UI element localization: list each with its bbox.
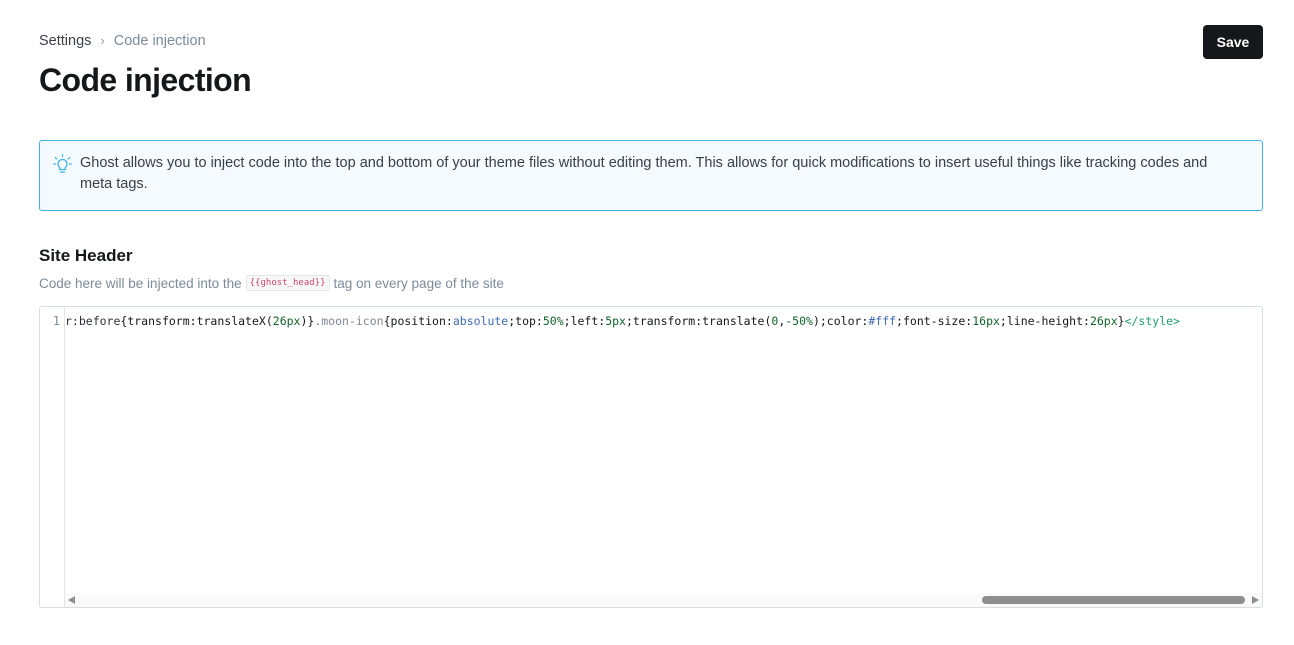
scrollbar-thumb[interactable] — [982, 596, 1245, 604]
code-token: transform — [127, 314, 190, 328]
code-line[interactable]: r:before{transform:translateX(26px)}.moo… — [65, 314, 1180, 328]
code-token: 50% — [542, 314, 564, 328]
site-header-title: Site Header — [39, 246, 133, 265]
code-token: #fff — [868, 314, 897, 328]
code-token: 16px — [972, 314, 1000, 328]
code-token: -50% — [785, 314, 813, 328]
horizontal-scrollbar[interactable] — [65, 593, 1262, 607]
code-token: } — [1117, 314, 1125, 328]
breadcrumb-current: Code injection — [113, 33, 206, 49]
scroll-right-arrow-icon[interactable] — [1252, 596, 1259, 604]
lightbulb-icon — [53, 154, 72, 173]
code-token: absolute — [452, 314, 509, 328]
code-editor[interactable]: 1 r:before{transform:translateX(26px)}.m… — [39, 306, 1263, 608]
breadcrumb-settings-link[interactable]: Settings — [39, 33, 91, 49]
description-text-after: tag on every page of the site — [333, 275, 504, 291]
ghost-head-tag: {{ghost_head}} — [245, 275, 330, 291]
page-title: Code injection — [39, 62, 252, 98]
save-button[interactable]: Save — [1203, 25, 1263, 59]
info-text: Ghost allows you to inject code into the… — [80, 155, 1208, 192]
scroll-left-arrow-icon[interactable] — [68, 596, 75, 604]
line-number-gutter: 1 — [40, 307, 65, 607]
site-header-description: Code here will be injected into the {{gh… — [39, 275, 504, 291]
description-text-before: Code here will be injected into the — [39, 275, 242, 291]
code-token: translateX — [196, 314, 266, 328]
code-token: ;font-size: — [896, 314, 973, 328]
code-token: : — [189, 314, 197, 328]
code-token: ;left: — [563, 314, 606, 328]
code-token: 26px — [1089, 314, 1118, 328]
code-token: position — [390, 314, 446, 328]
info-callout: Ghost allows you to inject code into the… — [39, 140, 1263, 211]
line-number: 1 — [52, 314, 60, 328]
code-token: 26px — [272, 314, 301, 328]
code-token: r:before — [65, 314, 121, 328]
code-token: ( — [265, 314, 273, 328]
code-token: );color: — [812, 314, 869, 328]
code-token: )} — [300, 314, 315, 328]
code-token: { — [383, 314, 391, 328]
code-token: ;line-height: — [999, 314, 1090, 328]
breadcrumb: Settings › Code injection — [39, 32, 206, 50]
code-token: .moon-icon — [314, 314, 384, 328]
code-token: ;transform:translate( — [625, 314, 772, 328]
chevron-right-icon: › — [100, 32, 105, 48]
code-token: ;top: — [508, 314, 543, 328]
code-token: </style> — [1124, 314, 1180, 328]
code-area[interactable]: r:before{transform:translateX(26px)}.moo… — [65, 307, 1262, 607]
code-token: 5px — [605, 314, 626, 328]
code-token: : — [445, 314, 453, 328]
